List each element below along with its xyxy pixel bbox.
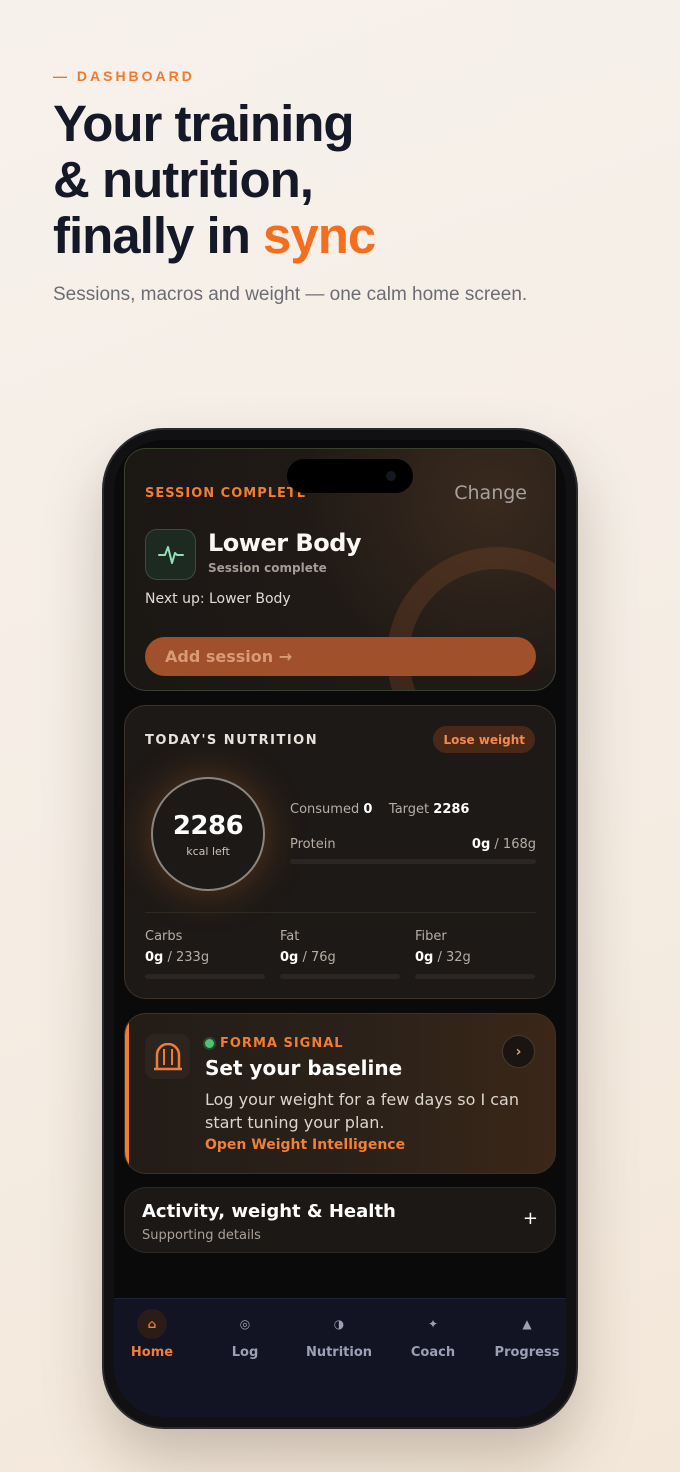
status-dot-icon (205, 1039, 214, 1048)
coach-icon: ✦ (427, 1317, 439, 1331)
nutrition-label: TODAY'S NUTRITION (145, 733, 319, 748)
accent-edge (125, 1014, 129, 1173)
macro-target: / 233g (163, 950, 210, 965)
tab-label: Nutrition (305, 1345, 373, 1360)
bottom-tab-bar: ⌂ Home ◎ Log ◑ Nutrition ✦ Coach ▲ Progr… (114, 1298, 566, 1417)
home-icon: ⌂ (137, 1309, 167, 1339)
macro-fat: Fat 0g / 76g (280, 929, 400, 979)
tab-coach[interactable]: ✦ Coach (388, 1309, 478, 1360)
headline-line-1: Your training (53, 95, 355, 152)
tab-label: Home (130, 1345, 174, 1360)
macro-current: 0g (415, 950, 434, 965)
signal-eyebrow-text: FORMA SIGNAL (220, 1036, 344, 1051)
tab-log[interactable]: ◎ Log (200, 1309, 290, 1360)
macro-fiber: Fiber 0g / 32g (415, 929, 535, 979)
eyebrow: — DASHBOARD (53, 68, 195, 84)
progress-icon: ▲ (522, 1317, 532, 1331)
macro-progress-bar (280, 974, 400, 979)
macro-value: 0g / 32g (415, 950, 535, 965)
subline: Sessions, macros and weight — one calm h… (53, 284, 528, 305)
tab-label: Log (231, 1345, 259, 1360)
tab-nutrition[interactable]: ◑ Nutrition (294, 1309, 384, 1360)
macro-label: Fiber (415, 929, 447, 944)
camera-icon (386, 471, 396, 481)
tab-label: Progress (494, 1345, 560, 1360)
divider (145, 912, 536, 913)
signal-title: Set your baseline (205, 1056, 403, 1080)
consumed-label: Consumed (290, 802, 360, 817)
macro-label: Fat (280, 929, 300, 944)
chevron-right-icon[interactable]: › (502, 1035, 535, 1068)
pulse-icon (145, 529, 196, 580)
headline-prefix: finally in (53, 207, 264, 264)
macro-current: 0g (280, 950, 299, 965)
protein-progress-bar (290, 859, 536, 864)
dynamic-island (287, 459, 413, 493)
signal-body: Log your weight for a few days so I can … (205, 1090, 519, 1132)
next-up: Next up: Lower Body (145, 591, 291, 607)
macro-label: Carbs (145, 929, 183, 944)
change-button[interactable]: Change (454, 482, 527, 504)
activity-subtitle: Supporting details (142, 1228, 261, 1243)
headline-line-2: & nutrition, (53, 151, 314, 208)
nutrition-icon: ◑ (333, 1317, 345, 1331)
calorie-stats: Consumed 0 Target 2286 (290, 802, 536, 817)
session-subtitle: Session complete (208, 561, 327, 575)
macro-target: / 76g (298, 950, 336, 965)
macro-carbs: Carbs 0g / 233g (145, 929, 265, 979)
add-session-button[interactable]: Add session → (145, 637, 536, 676)
protein-value: 0g / 168g (472, 837, 536, 852)
headline: Your training & nutrition, finally in sy… (53, 96, 653, 264)
macro-target: / 32g (433, 950, 471, 965)
kcal-left-unit: kcal left (186, 844, 230, 858)
session-title: Lower Body (208, 529, 362, 557)
phone-screen: SESSION COMPLETE Change Lower Body Sessi… (114, 440, 566, 1417)
open-weight-intelligence-link[interactable]: Open Weight Intelligence (205, 1137, 405, 1153)
macro-progress-bar (415, 974, 535, 979)
signal-eyebrow: FORMA SIGNAL (205, 1036, 344, 1051)
tab-label: Coach (410, 1345, 456, 1360)
protein-target: / 168g (490, 837, 536, 852)
protein-row: Protein 0g / 168g (290, 837, 536, 852)
forma-signal-card[interactable]: FORMA SIGNAL Set your baseline Log your … (124, 1013, 556, 1174)
headline-accent: sync (263, 207, 376, 264)
activity-card[interactable]: Activity, weight & Health Supporting det… (124, 1187, 556, 1253)
session-label: SESSION COMPLETE (145, 486, 307, 501)
phone-frame: SESSION COMPLETE Change Lower Body Sessi… (104, 430, 576, 1427)
kcal-ring: 2286 kcal left (151, 777, 265, 891)
kcal-left-value: 2286 (172, 810, 244, 841)
scale-icon (145, 1034, 190, 1079)
protein-label: Protein (290, 837, 336, 852)
protein-current: 0g (471, 837, 491, 852)
target-label: Target (388, 802, 430, 817)
tab-home[interactable]: ⌂ Home (114, 1309, 197, 1360)
activity-title: Activity, weight & Health (142, 1201, 396, 1222)
target-value: 2286 (433, 802, 470, 817)
goal-pill[interactable]: Lose weight (433, 726, 535, 753)
hero: — DASHBOARD Your training & nutrition, f… (53, 68, 653, 306)
nutrition-card[interactable]: TODAY'S NUTRITION Lose weight 2286 kcal … (124, 705, 556, 999)
log-icon: ◎ (239, 1317, 251, 1331)
consumed-value: 0 (363, 802, 373, 817)
macro-value: 0g / 233g (145, 950, 265, 965)
macro-current: 0g (145, 950, 164, 965)
tab-progress[interactable]: ▲ Progress (482, 1309, 566, 1360)
expand-plus-icon[interactable]: + (523, 1208, 538, 1229)
macro-value: 0g / 76g (280, 950, 400, 965)
headline-line-3: finally in sync (53, 208, 653, 264)
macro-progress-bar (145, 974, 265, 979)
